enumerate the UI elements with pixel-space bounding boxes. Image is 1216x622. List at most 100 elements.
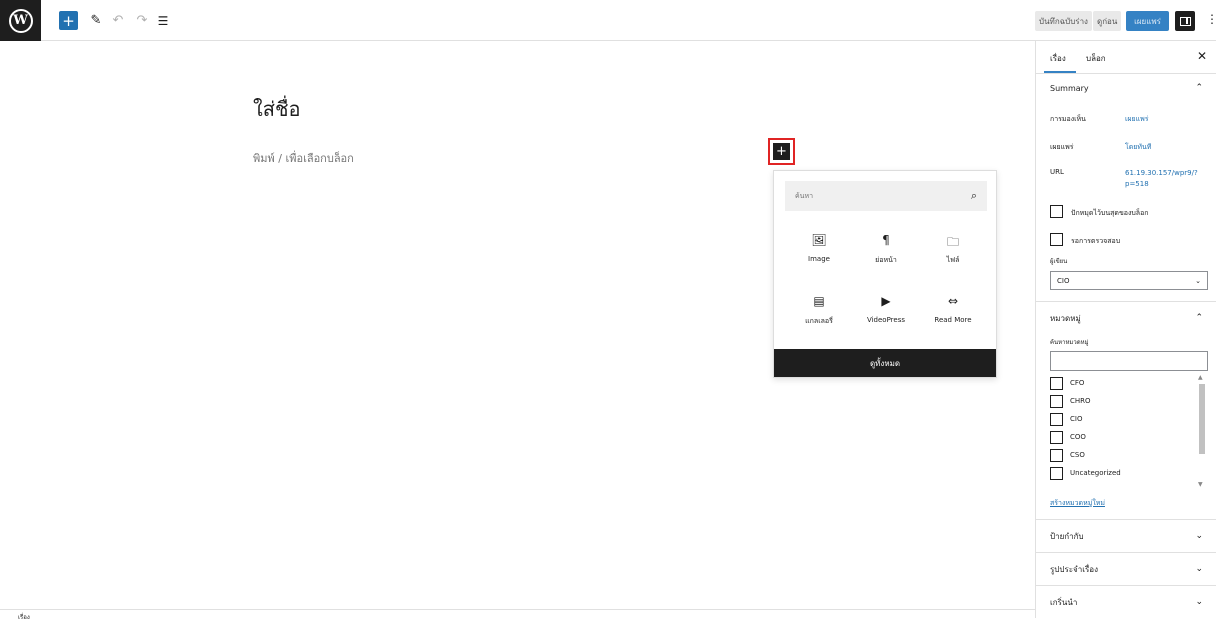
wordpress-icon: W <box>8 8 33 33</box>
category-search-input[interactable] <box>1050 351 1208 371</box>
chevron-up-icon: ⌃ <box>1195 83 1203 93</box>
summary-panel-header[interactable]: Summary ⌃ <box>1036 81 1216 95</box>
block-breadcrumb: เรื่อง <box>0 609 1035 621</box>
stick-top-checkbox[interactable] <box>1050 205 1063 218</box>
scroll-down-icon[interactable]: ▼ <box>1198 481 1203 488</box>
gallery-icon: ▤ <box>813 294 825 308</box>
categories-title: หมวดหมู่ <box>1050 313 1081 323</box>
author-value: CIO <box>1057 276 1070 285</box>
block-search-input[interactable]: ค้นหา ⌕ <box>785 181 987 211</box>
chevron-down-icon: ⌄ <box>1195 564 1203 574</box>
block-file[interactable]: 🗀 ไฟล์ <box>923 233 983 273</box>
category-item[interactable]: CFO <box>1050 374 1208 392</box>
plus-icon: + <box>773 143 790 160</box>
category-label: COO <box>1070 433 1086 441</box>
inline-inserter-button[interactable]: + <box>768 138 795 165</box>
chevron-down-icon: ⌄ <box>1195 276 1201 285</box>
featured-image-title: รูปประจำเรื่อง <box>1050 564 1098 574</box>
save-draft-button[interactable]: บันทึกฉบับร่าง <box>1035 11 1092 31</box>
block-label: แกลเลอรี่ <box>805 317 833 325</box>
category-item[interactable]: CSO <box>1050 446 1208 464</box>
close-icon[interactable]: ✕ <box>1197 49 1207 63</box>
visibility-value[interactable]: เผยแพร่ <box>1125 114 1148 125</box>
summary-title: Summary <box>1050 83 1089 93</box>
checkbox[interactable] <box>1050 430 1063 444</box>
category-search-label: ค้นหาหมวดหมู่ <box>1050 339 1089 346</box>
category-item[interactable]: COO <box>1050 428 1208 446</box>
chevron-down-icon: ⌄ <box>1195 597 1203 607</box>
publish-label: เผยแพร่ <box>1050 143 1074 151</box>
category-list-scrollbar[interactable]: ▲ ▼ <box>1196 374 1208 488</box>
undo-icon[interactable]: ↶ <box>111 11 125 30</box>
block-label: VideoPress <box>866 316 906 324</box>
add-new-category-link[interactable]: สร้างหมวดหมู่ใหม่ <box>1050 498 1105 509</box>
checkbox[interactable] <box>1050 376 1063 390</box>
divider <box>1036 301 1216 302</box>
block-inserter-toggle-button[interactable]: + <box>59 11 78 30</box>
block-read-more[interactable]: ⇔ Read More <box>923 294 983 334</box>
block-label: ไฟล์ <box>946 256 960 264</box>
category-label: CIO <box>1070 415 1083 423</box>
chevron-down-icon: ⌄ <box>1195 531 1203 541</box>
search-placeholder: ค้นหา <box>795 191 814 200</box>
redo-icon[interactable]: ↷ <box>135 11 149 30</box>
pending-review-checkbox[interactable] <box>1050 233 1063 246</box>
search-icon: ⌕ <box>970 189 977 202</box>
category-label: CHRO <box>1070 397 1091 405</box>
checkbox[interactable] <box>1050 394 1063 408</box>
wordpress-logo-button[interactable]: W <box>0 0 41 41</box>
scrollbar-thumb[interactable] <box>1199 384 1205 454</box>
options-menu-icon[interactable]: ⋮ <box>1206 12 1216 26</box>
image-icon: 🖼 <box>811 233 827 247</box>
checkbox[interactable] <box>1050 412 1063 426</box>
edit-tool-icon[interactable]: ✎ <box>89 11 103 30</box>
author-select[interactable]: CIO ⌄ <box>1050 271 1208 290</box>
tags-title: ป้ายกำกับ <box>1050 531 1084 541</box>
scroll-up-icon[interactable]: ▲ <box>1198 374 1203 381</box>
editor-canvas: ใส่ชื่อ พิมพ์ / เพื่อเลือกบล็อก + ค้นหา … <box>0 41 1035 609</box>
block-videopress[interactable]: ▶ VideoPress <box>856 294 916 334</box>
post-title[interactable]: ใส่ชื่อ <box>253 93 301 125</box>
checkbox[interactable] <box>1050 448 1063 462</box>
category-label: CSO <box>1070 451 1085 459</box>
pending-review-label: รอการตรวจสอบ <box>1071 237 1121 245</box>
featured-image-panel-header[interactable]: รูปประจำเรื่อง ⌄ <box>1036 562 1216 576</box>
checkbox[interactable] <box>1050 466 1063 480</box>
preview-button[interactable]: ดูก่อน <box>1093 11 1122 31</box>
divider <box>1036 585 1216 586</box>
url-label: URL <box>1050 168 1064 176</box>
paragraph-icon: ¶ <box>882 233 890 247</box>
block-paragraph[interactable]: ¶ ย่อหน้า <box>856 233 916 273</box>
category-label: CFO <box>1070 379 1085 387</box>
publish-button[interactable]: เผยแพร่ <box>1126 11 1169 31</box>
stick-top-label: ปักหมุดไว้บนสุดของบล็อก <box>1071 209 1149 217</box>
tab-block[interactable]: บล็อก <box>1086 52 1106 65</box>
categories-panel-header[interactable]: หมวดหมู่ ⌃ <box>1036 311 1216 325</box>
editor-toolbar: W + ✎ ↶ ↷ ☰ บันทึกฉบับร่าง ดูก่อน เผยแพร… <box>0 0 1216 41</box>
folder-icon: 🗀 <box>946 235 959 249</box>
category-item[interactable]: CIO <box>1050 410 1208 428</box>
excerpt-title: เกริ่นนำ <box>1050 597 1078 607</box>
sidebar-tabs: เรื่อง บล็อก ✕ <box>1036 41 1216 74</box>
category-item[interactable]: CHRO <box>1050 392 1208 410</box>
excerpt-panel-header[interactable]: เกริ่นนำ ⌄ <box>1036 595 1216 609</box>
block-label: Image <box>808 255 830 263</box>
settings-sidebar-toggle[interactable] <box>1175 11 1195 31</box>
active-tab-indicator <box>1044 71 1076 73</box>
block-label: Read More <box>934 316 972 324</box>
tags-panel-header[interactable]: ป้ายกำกับ ⌄ <box>1036 529 1216 543</box>
category-label: Uncategorized <box>1070 469 1121 477</box>
block-gallery[interactable]: ▤ แกลเลอรี่ <box>789 294 849 334</box>
tab-document[interactable]: เรื่อง <box>1050 52 1066 65</box>
video-icon: ▶ <box>881 294 891 308</box>
category-item[interactable]: Uncategorized <box>1050 464 1208 482</box>
breadcrumb-label[interactable]: เรื่อง <box>18 612 30 622</box>
link-icon: ⇔ <box>947 294 959 308</box>
block-placeholder[interactable]: พิมพ์ / เพื่อเลือกบล็อก <box>253 149 354 167</box>
document-outline-icon[interactable]: ☰ <box>155 11 171 30</box>
block-label: ย่อหน้า <box>875 256 897 264</box>
browse-all-button[interactable]: ดูทั้งหมด <box>774 349 996 377</box>
publish-date-value[interactable]: โดยทันที <box>1125 142 1151 153</box>
block-image[interactable]: 🖼 Image <box>789 233 849 273</box>
url-value[interactable]: 61.19.30.157/wpr9/?p=518 <box>1125 168 1205 190</box>
